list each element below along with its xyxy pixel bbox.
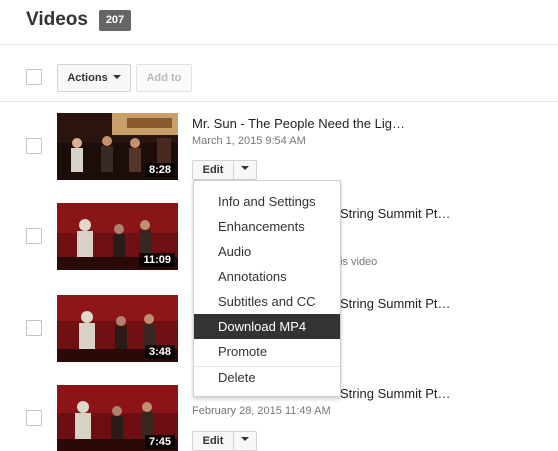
menu-item-download-mp4[interactable]: Download MP4: [194, 314, 340, 339]
edit-dropdown-button[interactable]: [233, 431, 257, 451]
add-to-button[interactable]: Add to: [136, 64, 192, 92]
page-header: Videos 207: [0, 0, 558, 44]
header-divider: [0, 44, 558, 45]
edit-button[interactable]: Edit: [192, 431, 234, 451]
menu-item-annotations[interactable]: Annotations: [194, 264, 340, 289]
video-duration: 8:28: [144, 163, 175, 177]
toolbar-divider: [0, 101, 558, 102]
video-thumbnail[interactable]: 11:09: [57, 203, 178, 270]
video-title[interactable]: String Summit Pt…: [340, 296, 451, 311]
row-checkbox[interactable]: [26, 410, 42, 426]
edit-button[interactable]: Edit: [192, 160, 234, 180]
page-title: Videos: [26, 9, 88, 30]
video-date: March 1, 2015 9:54 AM: [192, 135, 306, 147]
menu-item-delete[interactable]: Delete: [194, 365, 340, 390]
video-thumbnail[interactable]: 3:48: [57, 295, 178, 362]
menu-item-enhancements[interactable]: Enhancements: [194, 214, 340, 239]
video-duration: 3:48: [144, 345, 175, 359]
toolbar: Actions Add to: [0, 60, 558, 102]
chevron-down-icon: [241, 165, 249, 170]
chevron-down-icon: [241, 436, 249, 441]
video-count-badge: 207: [99, 10, 131, 31]
row-checkbox[interactable]: [26, 228, 42, 244]
edit-dropdown-menu: Info and Settings Enhancements Audio Ann…: [193, 180, 341, 397]
row-checkbox[interactable]: [26, 320, 42, 336]
video-duration: 7:45: [144, 435, 175, 449]
actions-button[interactable]: Actions: [57, 64, 131, 92]
chevron-down-icon: [112, 75, 121, 80]
video-title[interactable]: Mr. Sun - The People Need the Lig…: [192, 116, 405, 131]
menu-item-promote[interactable]: Promote: [194, 339, 340, 364]
video-thumbnail[interactable]: 7:45: [57, 385, 178, 451]
actions-label: Actions: [67, 72, 108, 84]
video-title[interactable]: String Summit Pt…: [340, 206, 451, 221]
edit-dropdown-button[interactable]: [233, 160, 257, 180]
video-date: February 28, 2015 11:49 AM: [192, 405, 331, 417]
menu-item-audio[interactable]: Audio: [194, 239, 340, 264]
row-checkbox[interactable]: [26, 138, 42, 154]
video-duration: 11:09: [139, 253, 175, 267]
video-title[interactable]: String Summit Pt…: [340, 386, 451, 401]
menu-item-subtitles-and-cc[interactable]: Subtitles and CC: [194, 289, 340, 314]
select-all-checkbox[interactable]: [26, 69, 42, 85]
video-note: is video: [340, 256, 378, 268]
video-thumbnail[interactable]: 8:28: [57, 113, 178, 180]
menu-item-info-and-settings[interactable]: Info and Settings: [194, 189, 340, 214]
